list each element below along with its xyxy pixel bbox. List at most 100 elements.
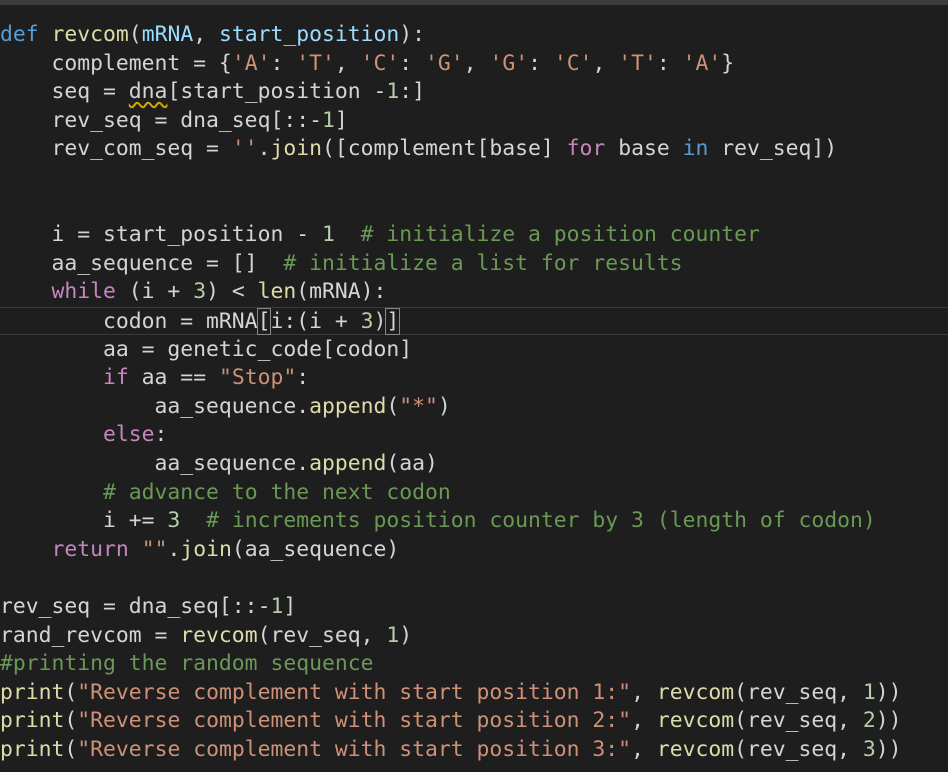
code-token: "Reverse complement with start position …	[77, 708, 632, 734]
code-line[interactable]	[0, 164, 948, 192]
code-token: codon = mRNA	[0, 309, 258, 334]
code-token: -	[257, 594, 271, 619]
code-token: (	[386, 393, 400, 419]
code-token: :]	[399, 79, 426, 105]
code-token: ))	[875, 708, 902, 734]
code-token: 'G'	[425, 50, 464, 76]
code-token: "Stop"	[218, 365, 297, 391]
code-line[interactable]: i = start_position - 1 # initialize a po…	[0, 221, 948, 249]
code-line[interactable]: print("Reverse complement with start pos…	[0, 707, 948, 735]
code-line[interactable]: print("Reverse complement with start pos…	[0, 679, 948, 707]
code-token: )	[437, 393, 451, 419]
code-line[interactable]	[0, 564, 948, 592]
code-line[interactable]: aa = genetic_code[codon]	[0, 336, 948, 364]
code-token: ""	[141, 536, 168, 562]
code-token: while	[51, 279, 116, 305]
code-line[interactable]: aa_sequence.append("*")	[0, 393, 948, 421]
code-token: revcom	[656, 679, 735, 705]
code-token: 'G'	[489, 50, 529, 76]
code-line[interactable]: while (i + 3) < len(mRNA):	[0, 278, 948, 306]
code-token: 3	[360, 309, 374, 334]
code-token: revcom	[180, 622, 258, 648]
code-token: ):	[399, 22, 426, 47]
code-token: ,	[631, 737, 657, 762]
code-line[interactable]: codon = mRNA[i:(i + 3)]	[0, 307, 948, 335]
code-token: ]	[334, 107, 348, 133]
code-token: (i +	[115, 279, 194, 305]
code-token: (	[64, 737, 78, 762]
code-token: 'T'	[618, 50, 657, 76]
code-token: ,	[592, 50, 619, 76]
code-token: seq =	[0, 79, 129, 105]
code-line[interactable]: complement = {'A': 'T', 'C': 'G', 'G': '…	[0, 50, 948, 78]
code-editor[interactable]: def revcom(mRNA, start_position): comple…	[0, 0, 948, 772]
code-token: :	[154, 422, 168, 448]
code-line[interactable]	[0, 193, 948, 221]
code-token: [	[256, 308, 272, 335]
code-token: len	[257, 279, 297, 305]
code-token: print	[0, 679, 65, 705]
code-line[interactable]: seq = dna[start_position -1:]	[0, 78, 948, 106]
code-token: for	[566, 136, 606, 162]
code-token: .	[257, 136, 271, 162]
code-token: i = start_position -	[0, 222, 322, 248]
code-line[interactable]: print("Reverse complement with start pos…	[0, 736, 948, 764]
code-token: append	[309, 393, 387, 419]
code-line[interactable]: else:	[0, 421, 948, 449]
code-token: (rev_seq,	[734, 679, 863, 705]
code-line[interactable]: i += 3 # increments position counter by …	[0, 507, 948, 535]
code-token: (aa_sequence)	[231, 536, 400, 562]
code-token: 'T'	[296, 50, 335, 76]
code-line[interactable]: rand_revcom = revcom(rev_seq, 1)	[0, 622, 948, 650]
code-token: (	[128, 22, 142, 47]
code-token: ))	[875, 679, 902, 705]
code-token: revcom	[656, 708, 735, 734]
code-token: 1	[270, 594, 284, 619]
code-line[interactable]: aa_sequence.append(aa)	[0, 450, 948, 478]
code-token: ) <	[206, 279, 258, 305]
code-token: (mRNA):	[296, 279, 387, 305]
code-token: if	[103, 365, 129, 391]
code-token: "*"	[399, 393, 438, 419]
code-token: 1	[386, 622, 400, 648]
code-token: (rev_seq,	[257, 622, 387, 648]
code-token: (rev_seq,	[734, 708, 863, 734]
code-token: ,	[193, 22, 219, 47]
code-token: 'A'	[682, 50, 722, 76]
code-token: append	[309, 451, 387, 476]
code-token: rev_seq])	[708, 136, 838, 162]
code-token: ,	[463, 50, 490, 76]
code-line[interactable]: rev_seq = dna_seq[::-1]	[0, 107, 948, 135]
code-token: 1	[321, 222, 335, 248]
code-line[interactable]: rev_com_seq = ''.join([complement[base] …	[0, 135, 948, 163]
code-token: 1	[862, 679, 876, 705]
code-token: (	[64, 679, 78, 705]
code-token: 3	[193, 279, 207, 305]
code-token: [start_position	[167, 79, 374, 105]
code-token: ''	[231, 136, 258, 162]
code-token: ]	[283, 594, 297, 619]
code-token: :	[528, 50, 554, 76]
code-token: dna	[128, 79, 168, 105]
code-line[interactable]: def revcom(mRNA, start_position):	[0, 21, 948, 49]
code-token: ))	[875, 737, 902, 762]
code-token: # initialize a list for results	[283, 250, 683, 276]
code-line[interactable]: aa_sequence = [] # initialize a list for…	[0, 250, 948, 278]
code-line[interactable]: rev_seq = dna_seq[::-1]	[0, 593, 948, 621]
code-token: print	[0, 737, 65, 762]
code-token: "Reverse complement with start position …	[77, 737, 632, 762]
code-token: # increments position counter by 3 (leng…	[206, 508, 876, 534]
code-token: aa = genetic_code[codon]	[0, 336, 413, 362]
code-line[interactable]: #printing the random sequence	[0, 650, 948, 678]
code-token: aa_sequence.	[0, 393, 310, 419]
code-token: base	[605, 136, 683, 162]
code-line[interactable]: return "".join(aa_sequence)	[0, 536, 948, 564]
code-line[interactable]: if aa == "Stop":	[0, 364, 948, 392]
code-line[interactable]: # advance to the next codon	[0, 479, 948, 507]
code-token: :	[656, 50, 683, 76]
code-token: :	[270, 50, 297, 76]
code-token: ([complement[base]	[321, 136, 567, 162]
